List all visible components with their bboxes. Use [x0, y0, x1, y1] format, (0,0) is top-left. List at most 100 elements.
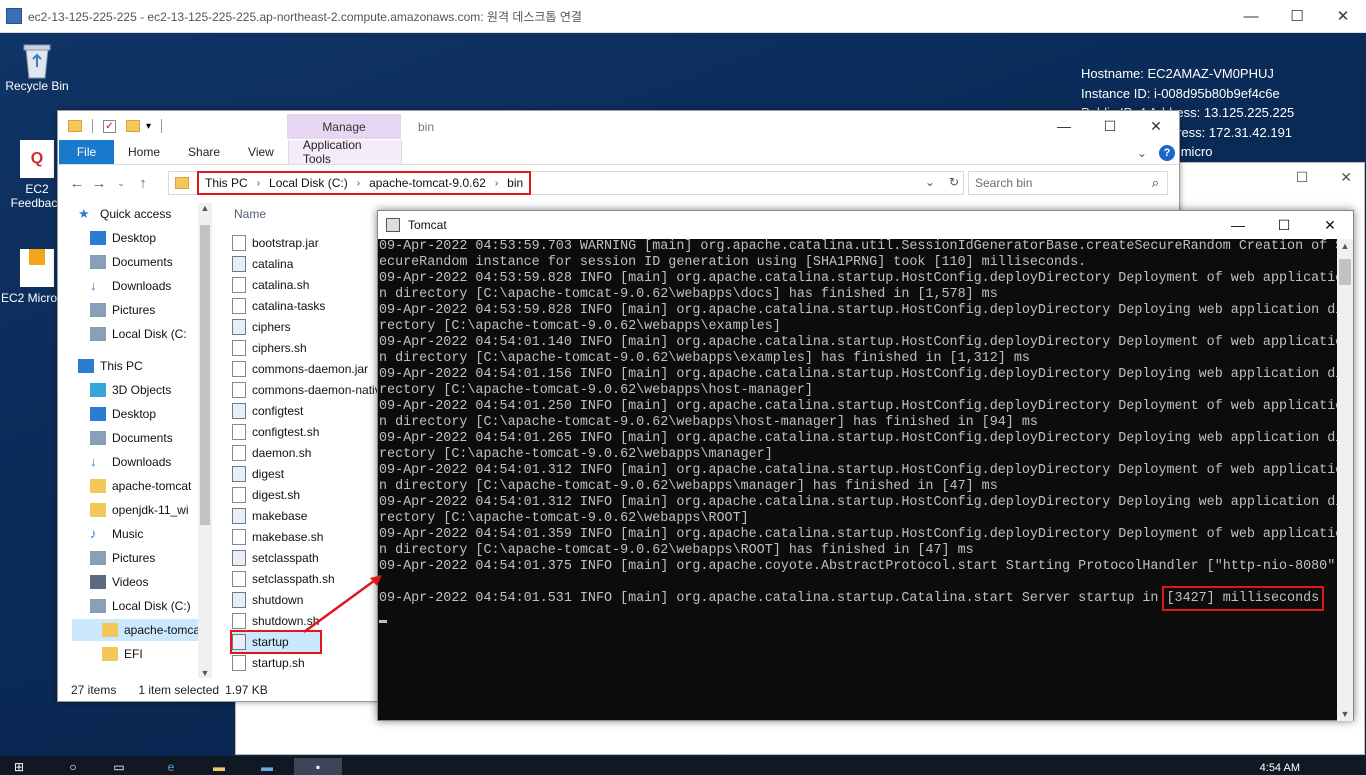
- nav-item-apache-tomcat[interactable]: apache-tomcat: [72, 619, 212, 641]
- close-icon[interactable]: ✕: [1320, 0, 1366, 32]
- scroll-down-icon[interactable]: ▼: [1337, 709, 1353, 719]
- nav-item-documents[interactable]: Documents: [72, 427, 212, 449]
- help-icon[interactable]: ?: [1159, 145, 1175, 161]
- nav-item-music[interactable]: ♪ Music: [72, 523, 212, 545]
- file-icon: [232, 571, 246, 587]
- search-input[interactable]: Search bin ⌕: [968, 171, 1168, 195]
- tomcat-icon: [386, 218, 400, 232]
- nav-item-apache-tomcat[interactable]: apache-tomcat: [72, 475, 212, 497]
- scrollbar-thumb[interactable]: [200, 225, 210, 525]
- tab-file[interactable]: File: [59, 140, 114, 164]
- tab-home[interactable]: Home: [114, 140, 174, 164]
- nav-item-pictures[interactable]: Pictures: [72, 547, 212, 569]
- file-row[interactable]: makebase: [232, 506, 388, 526]
- nav-item-desktop[interactable]: Desktop: [72, 403, 212, 425]
- scroll-up-icon[interactable]: ▲: [198, 203, 212, 213]
- minimize-icon[interactable]: —: [1041, 111, 1087, 141]
- forward-arrow-icon[interactable]: →: [88, 175, 110, 192]
- ribbon-right-icons: ⌄ ?: [1137, 145, 1175, 161]
- taskbar: ⊞ ○ ▭ e ▬ ▬ ▪ 4:54 AM: [0, 756, 1366, 775]
- server-manager-icon[interactable]: ▬: [252, 758, 282, 775]
- task-view-icon[interactable]: ▭: [104, 758, 134, 775]
- file-row[interactable]: ciphers: [232, 317, 388, 337]
- file-explorer-icon[interactable]: ▬: [204, 758, 234, 775]
- nav-item-3d-objects[interactable]: 3D Objects: [72, 379, 212, 401]
- taskbar-clock[interactable]: 4:54 AM: [1260, 762, 1300, 774]
- new-folder-icon[interactable]: [126, 120, 140, 132]
- up-arrow-icon[interactable]: ↑: [132, 175, 154, 192]
- nav-item-local-disk-c[interactable]: Local Disk (C:): [72, 595, 212, 617]
- minimize-icon[interactable]: —: [1215, 211, 1261, 239]
- breadcrumb-apache-tomcat[interactable]: apache-tomcat-9.0.62: [369, 176, 486, 190]
- refresh-icon[interactable]: ↻: [949, 175, 959, 189]
- browser-icon[interactable]: e: [156, 758, 186, 775]
- file-row[interactable]: configtest.sh: [232, 422, 388, 442]
- close-icon[interactable]: ✕: [1307, 211, 1353, 239]
- file-row[interactable]: setclasspath: [232, 548, 388, 568]
- file-row[interactable]: startup.sh: [232, 653, 388, 673]
- file-row[interactable]: catalina: [232, 254, 388, 274]
- file-row[interactable]: bootstrap.jar: [232, 233, 388, 253]
- breadcrumb-local-disk[interactable]: Local Disk (C:): [269, 176, 348, 190]
- scroll-up-icon[interactable]: ▲: [1337, 241, 1353, 251]
- desktop-icon-recycle-bin[interactable]: Recycle Bin: [0, 41, 74, 93]
- nav-item-downloads[interactable]: ↓Downloads📌: [72, 275, 212, 297]
- start-icon[interactable]: ⊞: [4, 758, 34, 775]
- file-row[interactable]: digest.sh: [232, 485, 388, 505]
- file-row[interactable]: commons-daemon.jar: [232, 359, 388, 379]
- nav-item-quick-access[interactable]: ★ Quick access: [72, 203, 212, 225]
- maximize-icon[interactable]: ☐: [1261, 211, 1307, 239]
- file-row[interactable]: digest: [232, 464, 388, 484]
- breadcrumb-bin[interactable]: bin: [507, 176, 523, 190]
- maximize-icon[interactable]: ☐: [1296, 169, 1309, 186]
- file-row[interactable]: catalina-tasks: [232, 296, 388, 316]
- maximize-icon[interactable]: ☐: [1274, 0, 1320, 32]
- expand-ribbon-icon[interactable]: ⌄: [1137, 146, 1147, 160]
- nav-item-openjdk-11-wi[interactable]: openjdk-11_wi: [72, 499, 212, 521]
- address-dropdown-icon[interactable]: ⌄: [925, 175, 935, 189]
- tomcat-titlebar[interactable]: Tomcat — ☐ ✕: [378, 211, 1353, 239]
- nav-item-this-pc[interactable]: This PC: [72, 355, 212, 377]
- nav-item-desktop[interactable]: Desktop📌: [72, 227, 212, 249]
- file-row[interactable]: configtest: [232, 401, 388, 421]
- rdp-titlebar[interactable]: ec2-13-125-225-225 - ec2-13-125-225-225.…: [0, 0, 1366, 33]
- customize-toolbar-icon[interactable]: ▾: [146, 121, 151, 132]
- minimize-icon[interactable]: —: [1228, 0, 1274, 32]
- file-row[interactable]: catalina.sh: [232, 275, 388, 295]
- address-bar[interactable]: This PC › Local Disk (C:) › apache-tomca…: [168, 171, 964, 195]
- close-icon[interactable]: ✕: [1340, 169, 1352, 186]
- nav-item-efi[interactable]: EFI: [72, 643, 212, 665]
- close-icon[interactable]: ✕: [1133, 111, 1179, 141]
- nav-item-local-disk-c[interactable]: Local Disk (C:📌: [72, 323, 212, 345]
- breadcrumb-this-pc[interactable]: This PC: [205, 176, 248, 190]
- back-arrow-icon[interactable]: ←: [66, 175, 88, 192]
- chevron-right-icon[interactable]: ›: [357, 178, 360, 189]
- nav-item-videos[interactable]: Videos: [72, 571, 212, 593]
- file-row[interactable]: makebase.sh: [232, 527, 388, 547]
- navigation-pane-scrollbar[interactable]: ▲ ▼: [198, 203, 212, 678]
- file-name: shutdown: [252, 593, 304, 607]
- scroll-down-icon[interactable]: ▼: [198, 668, 212, 678]
- tab-application-tools[interactable]: Application Tools: [287, 138, 402, 166]
- chevron-right-icon[interactable]: ›: [257, 178, 260, 189]
- maximize-icon[interactable]: ☐: [1087, 111, 1133, 141]
- nav-item-pictures[interactable]: Pictures📌: [72, 299, 212, 321]
- nav-item-documents[interactable]: Documents📌: [72, 251, 212, 273]
- scrollbar-thumb[interactable]: [1339, 259, 1351, 285]
- tab-view[interactable]: View: [234, 140, 288, 164]
- nav-item-downloads[interactable]: ↓ Downloads: [72, 451, 212, 473]
- file-row[interactable]: daemon.sh: [232, 443, 388, 463]
- console-taskbar-icon[interactable]: ▪: [294, 758, 342, 775]
- search-icon[interactable]: ○: [58, 758, 88, 775]
- column-header-name[interactable]: Name: [234, 207, 266, 221]
- console-scrollbar[interactable]: ▲ ▼: [1337, 239, 1353, 721]
- properties-icon[interactable]: ✓: [103, 119, 116, 133]
- console-output[interactable]: 09-Apr-2022 04:53:59.703 WARNING [main] …: [379, 239, 1339, 719]
- chevron-right-icon[interactable]: ›: [495, 178, 498, 189]
- file-row[interactable]: commons-daemon-native.tar.gz: [232, 380, 388, 400]
- tomcat-console-window[interactable]: Tomcat — ☐ ✕ 09-Apr-2022 04:53:59.703 WA…: [377, 210, 1354, 721]
- file-row[interactable]: ciphers.sh: [232, 338, 388, 358]
- manage-context-tab[interactable]: Manage: [287, 114, 401, 139]
- tab-share[interactable]: Share: [174, 140, 234, 164]
- recent-locations-icon[interactable]: ⌄: [110, 178, 132, 189]
